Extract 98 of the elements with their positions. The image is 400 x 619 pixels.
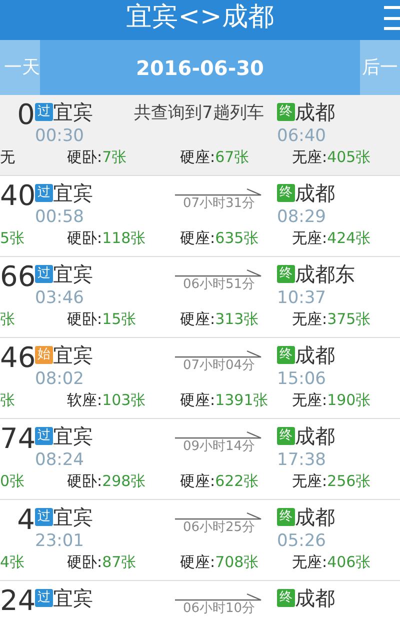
seat-count: 87张: [102, 552, 136, 572]
seat-type: 无座:: [292, 228, 328, 248]
station-name: 宜宾: [53, 99, 93, 125]
station-name: 成都: [295, 99, 335, 125]
terminal-badge: 终: [277, 103, 295, 121]
seat-count: 15张: [102, 309, 136, 329]
departure-time: 15:06: [277, 368, 327, 390]
seat-count: 424张: [327, 228, 371, 248]
seat-count: 708张: [215, 552, 259, 572]
train-number: 40: [0, 180, 35, 214]
seat-count: 405张: [327, 147, 371, 167]
train-number: 0: [16, 99, 35, 133]
departure-time: 08:02: [35, 368, 85, 390]
seat-type: 硬卧:: [67, 228, 102, 248]
station-name: 宜宾: [53, 180, 93, 206]
terminal-badge: 终: [277, 346, 295, 364]
seat-count: 256张: [327, 471, 371, 491]
terminal-badge: 终: [277, 265, 295, 283]
train-number: 4: [16, 504, 35, 538]
origin-badge: 始: [35, 346, 53, 364]
seat-count: 635张: [215, 228, 259, 248]
departure-time: 06:40: [277, 125, 327, 147]
departure-time: 17:38: [277, 449, 327, 471]
station-name: 宜宾: [53, 585, 93, 611]
station-name: 宜宾: [53, 342, 93, 368]
travel-duration: 07小时31分: [182, 196, 256, 212]
station-name: 成都: [295, 504, 335, 530]
seat-count: 5张: [0, 228, 25, 248]
seat-type: 硬座:: [180, 552, 216, 572]
seat-count: 张: [0, 309, 15, 329]
seat-type: 硬座:: [180, 228, 216, 248]
result-count-message: 共查询到7趟列车: [134, 102, 264, 125]
departure-time: 00:58: [35, 206, 85, 228]
seat-count: 298张: [102, 471, 146, 491]
train-number: 74: [0, 423, 35, 457]
travel-duration: 06小时25分: [182, 520, 256, 536]
train-number: 66: [0, 261, 35, 295]
seat-type: 硬座:: [180, 471, 216, 491]
menu-icon[interactable]: [384, 6, 400, 30]
train-number: 24: [0, 585, 35, 617]
travel-duration: 09小时14分: [182, 439, 256, 455]
station-name: 成都: [295, 423, 335, 449]
seat-count: 375张: [327, 309, 371, 329]
seat-type: 硬座:: [180, 309, 216, 329]
departure-time: 03:46: [35, 287, 85, 309]
seat-type: 无座:: [292, 147, 328, 167]
station-name: 宜宾: [53, 423, 93, 449]
seat-type: 无座:: [292, 552, 328, 572]
travel-duration: 06小时10分: [182, 601, 256, 617]
seat-count: 0张: [0, 471, 25, 491]
departure-time: 00:30: [35, 125, 85, 147]
seat-count: 313张: [215, 309, 259, 329]
terminal-badge: 终: [277, 589, 295, 607]
page-title: 宜宾<>成都: [126, 2, 274, 32]
seat-count: 7张: [102, 147, 127, 167]
seat-type: 软座:: [67, 390, 102, 410]
seat-type: 硬座:: [180, 147, 216, 167]
seat-count: 1391张: [215, 390, 268, 410]
seat-type: 无座:: [292, 390, 328, 410]
station-name: 成都: [295, 585, 335, 611]
terminal-badge: 终: [277, 427, 295, 445]
seat-count: 622张: [215, 471, 259, 491]
departure-time: 05:26: [277, 530, 327, 552]
departure-time: 10:37: [277, 287, 327, 309]
seat-type: 无座:: [292, 309, 328, 329]
station-name: 成都: [295, 342, 335, 368]
seat-type: 硬卧:: [67, 471, 102, 491]
origin-badge: 过: [35, 103, 53, 121]
departure-time: 08:29: [277, 206, 327, 228]
origin-badge: 过: [35, 508, 53, 526]
origin-badge: 过: [35, 589, 53, 607]
station-name: 宜宾: [53, 504, 93, 530]
travel-duration: 06小时51分: [182, 277, 256, 293]
seat-count: 118张: [102, 228, 146, 248]
seat-count: 4张: [0, 552, 25, 572]
seat-count: 190张: [327, 390, 371, 410]
terminal-badge: 终: [277, 184, 295, 202]
seat-count: 103张: [102, 390, 146, 410]
station-name: 成都东: [295, 261, 355, 287]
seat-count: 67张: [215, 147, 250, 167]
travel-duration: 07小时04分: [182, 358, 256, 374]
seat-type: 硬卧:: [67, 147, 102, 167]
seat-type: 无: [0, 147, 15, 167]
seat-count: 张: [0, 390, 15, 410]
seat-type: 硬卧:: [67, 309, 102, 329]
station-name: 宜宾: [53, 261, 93, 287]
seat-type: 硬座:: [180, 390, 216, 410]
train-number: 46: [0, 342, 35, 376]
origin-badge: 过: [35, 265, 53, 283]
origin-badge: 过: [35, 427, 53, 445]
station-name: 成都: [295, 180, 335, 206]
departure-time: 23:01: [35, 530, 85, 552]
seat-type: 无座:: [292, 471, 328, 491]
departure-time: 08:24: [35, 449, 85, 471]
origin-badge: 过: [35, 184, 53, 202]
terminal-badge: 终: [277, 508, 295, 526]
seat-count: 406张: [327, 552, 371, 572]
seat-type: 硬卧:: [67, 552, 102, 572]
